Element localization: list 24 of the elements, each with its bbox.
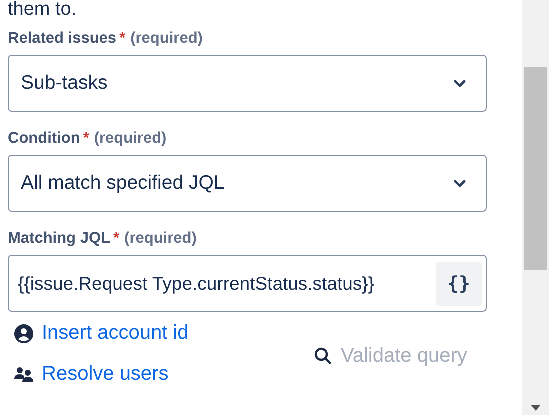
field-label: Condition bbox=[8, 130, 80, 148]
people-icon bbox=[14, 366, 34, 382]
link[interactable]: Insert account id bbox=[42, 322, 189, 345]
required-mark: * bbox=[113, 230, 120, 248]
user-circle-icon bbox=[14, 324, 34, 344]
intro-text: them to. bbox=[8, 0, 78, 20]
search-icon bbox=[314, 347, 332, 365]
field-label: Related issues bbox=[8, 30, 117, 48]
required-mark: * bbox=[83, 130, 90, 148]
scrollbar[interactable] bbox=[522, 0, 549, 415]
jql-input-field[interactable]: {{issue.Request Type.currentStatus.status}} bbox=[9, 272, 375, 294]
link[interactable]: Resolve users bbox=[42, 363, 169, 386]
required-note: (required) bbox=[124, 230, 197, 248]
required-note: (required) bbox=[130, 30, 203, 48]
required-mark: * bbox=[120, 30, 126, 48]
scrollbar-thumb[interactable] bbox=[524, 67, 547, 270]
dropdown[interactable]: All match specified JQL bbox=[8, 155, 487, 212]
dropdown[interactable]: Sub-tasks bbox=[8, 55, 487, 112]
chevron-down-icon bbox=[454, 80, 466, 88]
scroll-down-icon[interactable] bbox=[531, 405, 541, 411]
field-label: Matching JQL bbox=[8, 230, 110, 248]
smart-values-button[interactable]: {} bbox=[436, 262, 482, 306]
chevron-down-icon bbox=[454, 180, 466, 188]
required-note: (required) bbox=[94, 130, 167, 148]
